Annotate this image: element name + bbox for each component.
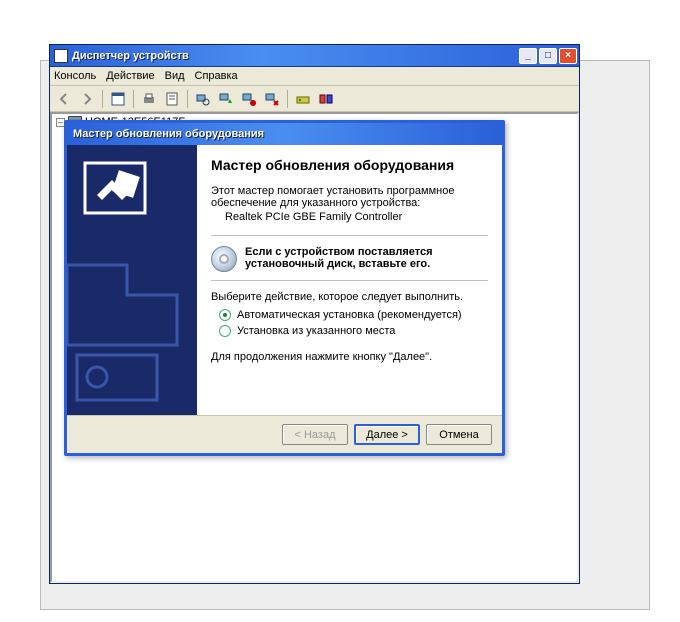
update-driver-icon[interactable] — [216, 89, 236, 109]
disable-icon[interactable] — [239, 89, 259, 109]
toolbar-separator — [287, 90, 288, 108]
wizard-cd-hint: Если с устройством поставляется установо… — [211, 246, 488, 272]
wizard-footer: < Назад Далее > Отмена — [67, 415, 502, 453]
wizard-titlebar[interactable]: Мастер обновления оборудования — [67, 123, 502, 145]
uninstall-icon[interactable] — [262, 89, 282, 109]
maximize-button[interactable]: □ — [539, 48, 557, 64]
device-manager-titlebar[interactable]: Диспетчер устройств _ □ × — [50, 45, 579, 67]
bridge-icon[interactable] — [316, 89, 336, 109]
print-icon[interactable] — [139, 89, 159, 109]
wizard-sidebar-art — [67, 145, 197, 415]
scan-icon[interactable] — [193, 89, 213, 109]
menu-console[interactable]: Консоль — [54, 70, 96, 82]
device-manager-title: Диспетчер устройств — [72, 50, 517, 62]
divider — [211, 280, 488, 281]
hardware-update-wizard: Мастер обновления оборудования Мастер об… — [64, 120, 505, 456]
wizard-device-name: Realtek PCIe GBE Family Controller — [225, 211, 488, 223]
radio-manual-install[interactable]: Установка из указанного места — [219, 325, 488, 337]
menu-action[interactable]: Действие — [106, 70, 154, 82]
radio-auto-label: Автоматическая установка (рекомендуется) — [237, 309, 462, 321]
toolbar-separator — [187, 90, 188, 108]
toolbar-separator — [133, 90, 134, 108]
next-button[interactable]: Далее > — [354, 424, 420, 445]
toolbar-separator — [102, 90, 103, 108]
wizard-cd-hint-text: Если с устройством поставляется установо… — [245, 246, 488, 270]
wizard-content: Мастер обновления оборудования Этот маст… — [197, 145, 502, 415]
back-icon[interactable] — [54, 89, 74, 109]
close-button[interactable]: × — [559, 48, 577, 64]
wizard-description: Этот мастер помогает установить программ… — [211, 185, 488, 209]
device-manager-menubar: Консоль Действие Вид Справка — [50, 67, 579, 86]
wizard-action-prompt: Выберите действие, которое следует выпол… — [211, 291, 488, 303]
radio-manual-label: Установка из указанного места — [237, 325, 395, 337]
divider — [211, 235, 488, 236]
radio-button-icon[interactable] — [219, 325, 231, 337]
device-manager-icon — [54, 49, 68, 63]
minimize-button[interactable]: _ — [519, 48, 537, 64]
radio-button-icon[interactable] — [219, 309, 231, 321]
menu-help[interactable]: Справка — [195, 70, 238, 82]
wizard-title: Мастер обновления оборудования — [73, 128, 264, 140]
menu-view[interactable]: Вид — [165, 70, 185, 82]
device-manager-toolbar — [50, 86, 579, 112]
radio-auto-install[interactable]: Автоматическая установка (рекомендуется) — [219, 309, 488, 321]
properties-icon[interactable] — [108, 89, 128, 109]
back-button: < Назад — [282, 424, 348, 445]
cd-icon — [211, 246, 237, 272]
legacy-icon[interactable] — [293, 89, 313, 109]
wizard-heading: Мастер обновления оборудования — [211, 157, 488, 175]
prop-page-icon[interactable] — [162, 89, 182, 109]
wizard-continue-hint: Для продолжения нажмите кнопку "Далее". — [211, 351, 488, 363]
forward-icon[interactable] — [77, 89, 97, 109]
cancel-button[interactable]: Отмена — [426, 424, 492, 445]
